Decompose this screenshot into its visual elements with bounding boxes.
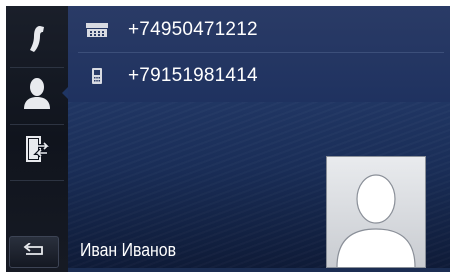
back-button[interactable] (9, 236, 59, 268)
phone-tab-button[interactable] (6, 16, 68, 66)
back-arrow-icon (22, 241, 46, 262)
mobile-phone-icon (84, 64, 110, 88)
contact-photo (326, 156, 426, 268)
contact-tab-button[interactable] (6, 68, 68, 122)
contact-silhouette-icon (327, 174, 425, 267)
bottom-strip (68, 268, 450, 272)
phone-number-list: +74950471212 +79151981414 (68, 6, 450, 102)
contact-transfer-icon (25, 135, 52, 170)
phone-number-row-home[interactable]: +74950471212 (68, 8, 450, 52)
contact-name: Иван Иванов (80, 240, 176, 260)
phonebook-screen: +74950471212 +79151981414 Иван Иванов (6, 6, 450, 272)
sidebar-divider (10, 124, 64, 125)
transfer-tab-button[interactable] (6, 126, 68, 178)
contact-person-icon (22, 76, 52, 115)
contact-detail-panel: +74950471212 +79151981414 Иван Иванов (62, 6, 450, 272)
phone-number-row-mobile[interactable]: +79151981414 (68, 54, 450, 98)
row-divider (78, 52, 444, 53)
sidebar-divider (10, 180, 64, 181)
phone-handset-icon (26, 24, 48, 59)
left-sidebar (6, 6, 68, 272)
phone-number-text: +74950471212 (128, 19, 258, 40)
landline-phone-icon (84, 18, 110, 42)
phone-number-text: +79151981414 (128, 65, 258, 86)
